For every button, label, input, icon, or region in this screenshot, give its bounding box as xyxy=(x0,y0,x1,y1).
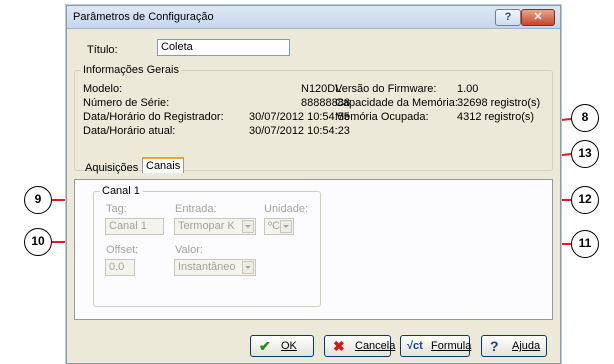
titulo-input[interactable]: Coleta xyxy=(157,39,290,56)
offset-input[interactable]: 0.0 xyxy=(105,259,135,276)
callout-9: 9 xyxy=(24,186,52,214)
atual-label: Data/Horário atual: xyxy=(83,125,176,137)
modelo-label: Modelo: xyxy=(83,83,123,95)
entrada-select-value: Termopar K xyxy=(178,220,235,232)
chevron-down-icon xyxy=(280,220,292,233)
unidade-select-value: ºC xyxy=(268,220,280,232)
help-button-label: Ajuda xyxy=(512,340,541,352)
callout-12: 12 xyxy=(571,186,599,214)
unidade-label: Unidade: xyxy=(264,203,309,215)
title-bar: Parâmetros de Configuração ? ✕ xyxy=(67,6,560,29)
capacidade-value: 32698 registro(s) xyxy=(457,97,541,109)
tab-aquisicoes[interactable]: Aquisições xyxy=(83,162,140,174)
chevron-down-icon xyxy=(242,220,254,233)
formula-icon: √ct xyxy=(407,340,423,352)
help-title-button[interactable]: ? xyxy=(495,9,521,26)
capacidade-label: Capacidade da Memória: xyxy=(335,97,458,109)
cancel-button-label: Cancela xyxy=(355,340,396,352)
ok-button-label: OK xyxy=(281,340,297,352)
registrador-label: Data/Horário do Registrador: xyxy=(83,111,224,123)
x-icon: ✖ xyxy=(333,338,345,354)
check-icon: ✔ xyxy=(259,338,271,354)
serie-label: Número de Série: xyxy=(83,97,170,109)
configuration-dialog: Parâmetros de Configuração ? ✕ Título: C… xyxy=(66,5,561,364)
chevron-down-icon xyxy=(242,261,254,274)
callout-13: 13 xyxy=(571,140,599,168)
question-icon: ? xyxy=(490,338,499,354)
offset-label: Offset: xyxy=(106,244,139,256)
callout-10: 10 xyxy=(24,228,52,256)
callout-8: 8 xyxy=(571,104,599,132)
titulo-label: Título: xyxy=(87,44,118,56)
tab-strip-line xyxy=(74,179,553,180)
close-button[interactable]: ✕ xyxy=(521,9,555,26)
ok-button[interactable]: ✔ OK xyxy=(250,335,314,357)
formula-button[interactable]: √ct Formula xyxy=(400,335,472,357)
valor-select-value: Instantâneo xyxy=(178,261,236,273)
cancel-button[interactable]: ✖ Cancela xyxy=(324,335,395,357)
valor-label: Valor: xyxy=(175,244,203,256)
atual-value: 30/07/2012 10:54:23 xyxy=(249,125,350,137)
ocupada-value: 4312 registro(s) xyxy=(457,111,535,123)
help-button[interactable]: ? Ajuda xyxy=(481,335,547,357)
firmware-label: Versão do Firmware: xyxy=(335,83,437,95)
canal-group-title: Canal 1 xyxy=(100,185,142,197)
formula-button-label: Formula xyxy=(431,340,472,352)
entrada-label: Entrada: xyxy=(175,203,217,215)
window-title: Parâmetros de Configuração xyxy=(73,11,214,23)
info-group-title: Informações Gerais xyxy=(81,64,181,76)
firmware-value: 1.00 xyxy=(457,83,479,95)
callout-11: 11 xyxy=(571,230,599,258)
ocupada-label: Memória Ocupada: xyxy=(335,111,429,123)
tag-label: Tag: xyxy=(106,203,127,215)
tab-canais[interactable]: Canais xyxy=(142,157,185,173)
unidade-select[interactable]: ºC xyxy=(264,218,294,235)
valor-select[interactable]: Instantâneo xyxy=(174,259,256,276)
tag-input[interactable]: Canal 1 xyxy=(105,218,164,235)
entrada-select[interactable]: Termopar K xyxy=(174,218,256,235)
